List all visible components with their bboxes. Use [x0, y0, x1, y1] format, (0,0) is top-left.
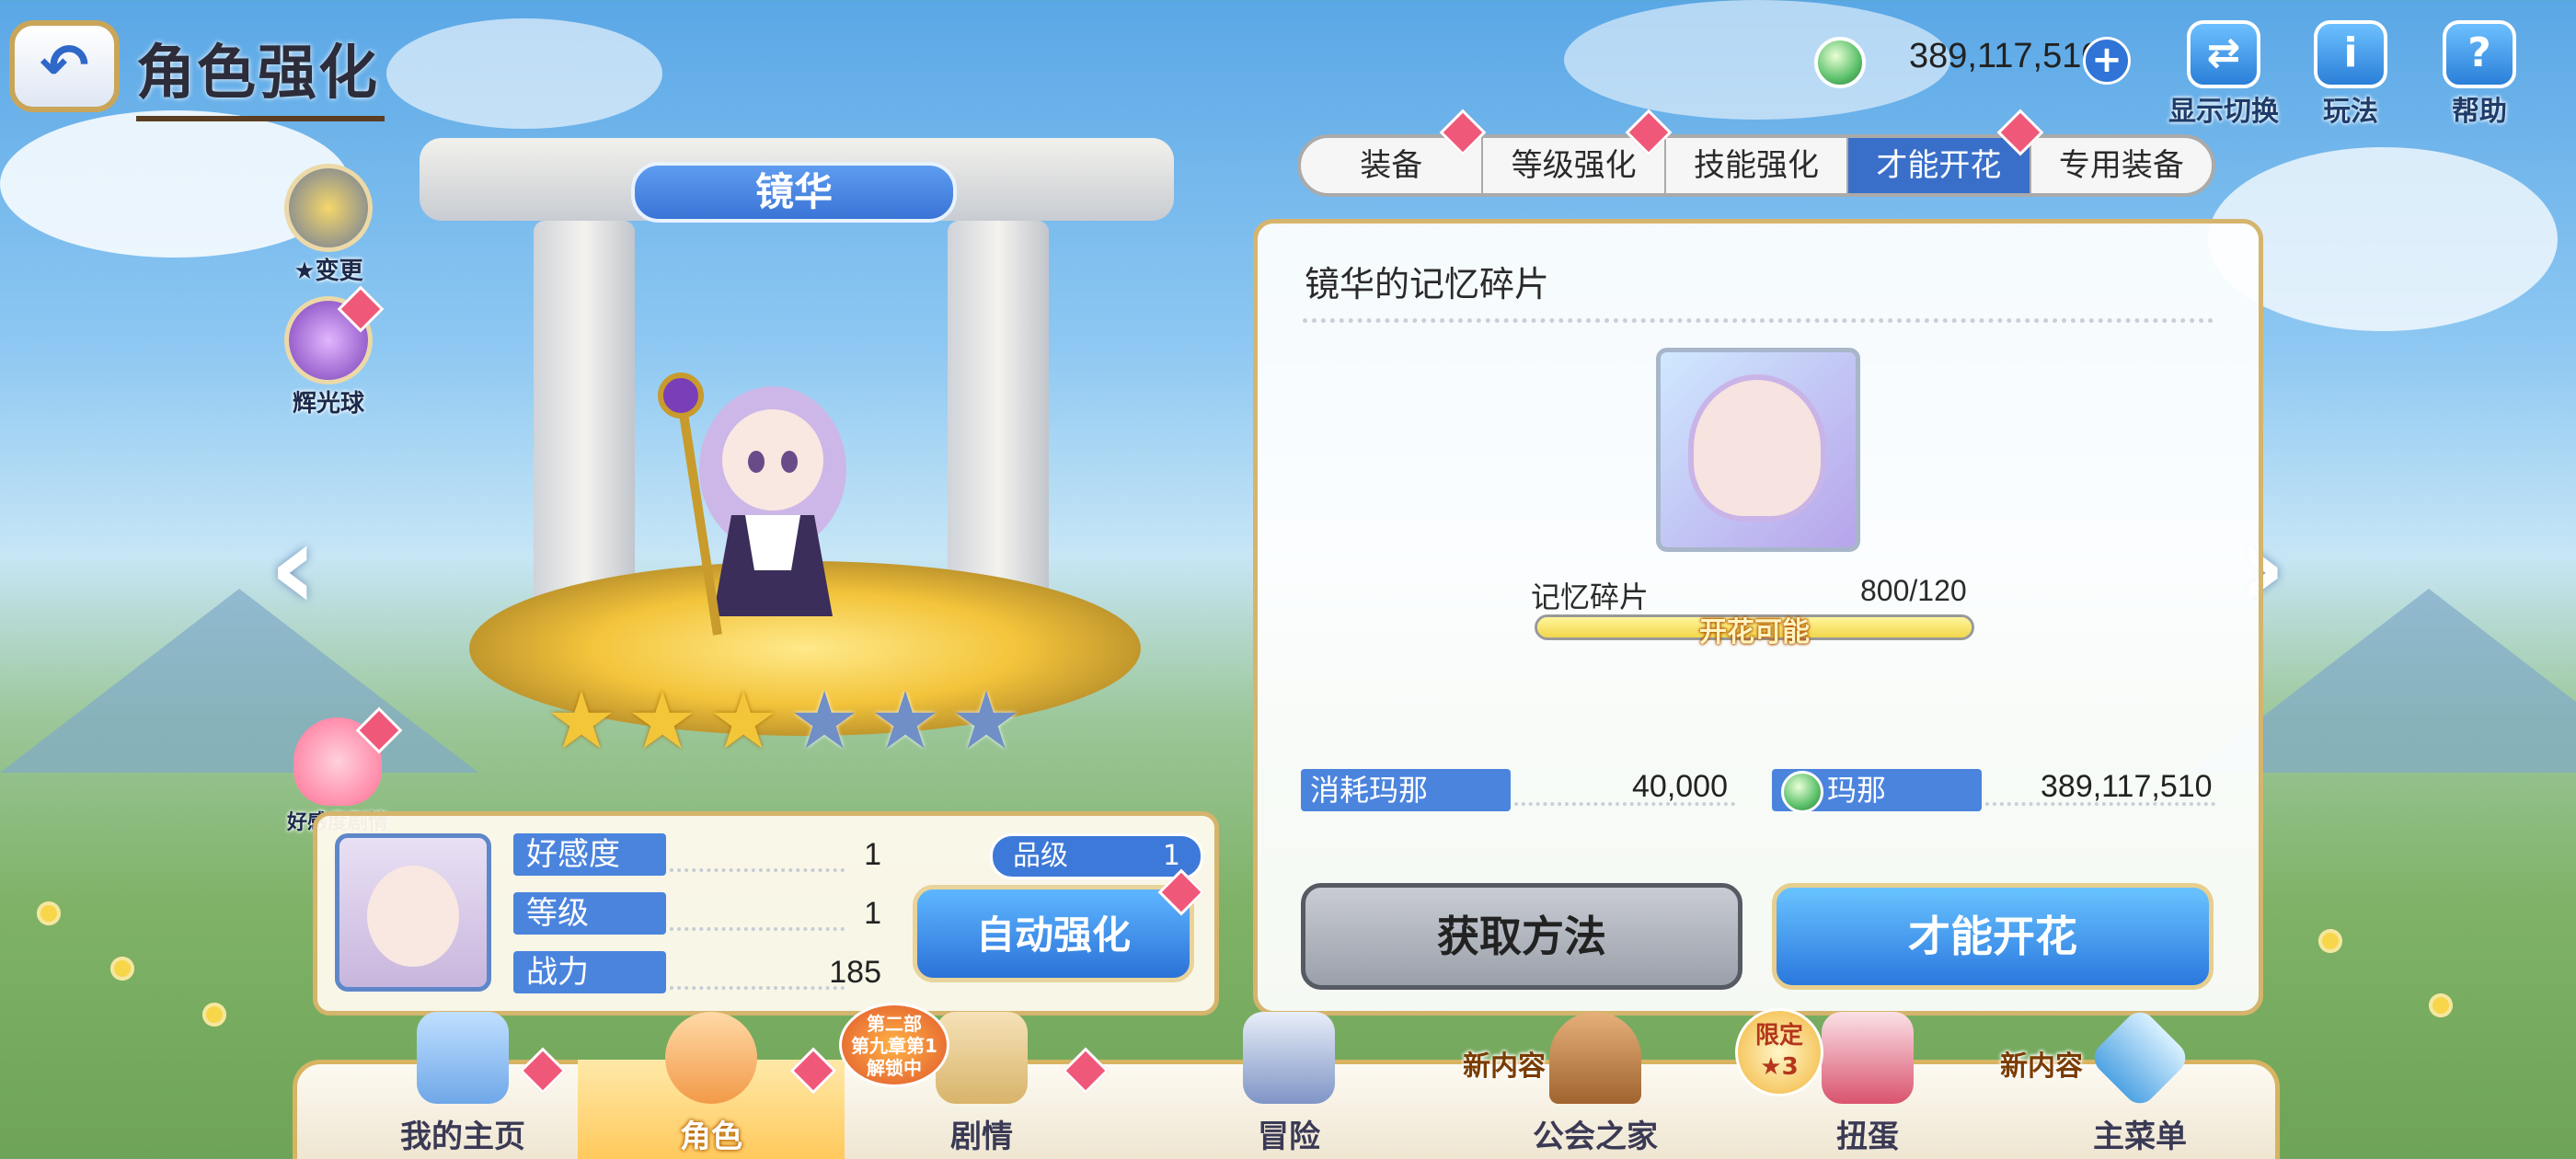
limited-badge-line2: ★3: [1760, 1053, 1799, 1081]
character-portrait[interactable]: [335, 833, 491, 992]
affection-label: 好感度: [513, 833, 666, 876]
cost-label: 消耗玛那: [1301, 769, 1511, 811]
tab-unique-equipment[interactable]: 专用装备: [2031, 138, 2212, 193]
panel-title: 镜华的记忆碎片: [1305, 264, 1550, 304]
display-toggle-label: 显示切换: [2168, 96, 2279, 128]
help-button[interactable]: ? 帮助: [2410, 20, 2548, 129]
star-change-icon: [284, 164, 373, 252]
nav-story-label: 剧情: [950, 1119, 1013, 1155]
affection-value: 1: [864, 837, 881, 872]
mountain: [0, 589, 478, 773]
divider: [1303, 318, 2214, 323]
castle-icon: [417, 1012, 509, 1104]
sword-flag-icon: [1243, 1012, 1335, 1104]
star-change-label: ★变更: [293, 258, 363, 285]
nav-guild-house-label: 公会之家: [1533, 1119, 1658, 1155]
gazebo-pillar: [534, 221, 635, 607]
glow-orb-label: 辉光球: [292, 390, 364, 418]
star-empty-icon: ★: [950, 675, 1022, 767]
nav-character-label: 角色: [680, 1119, 742, 1155]
story-badge-line2: 第九章第1: [851, 1035, 937, 1057]
limited-badge: 限定 ★3: [1735, 1008, 1823, 1096]
character-name: 镜华: [631, 162, 957, 223]
crystal-icon: [2087, 1005, 2192, 1110]
grade-value: 1: [1162, 840, 1180, 872]
enhance-tabs: 装备 等级强化 技能强化 才能开花 专用装备: [1297, 134, 2215, 197]
star-empty-icon: ★: [869, 675, 941, 767]
tab-talent-bloom[interactable]: 才能开花: [1848, 138, 2031, 193]
tab-skill-up[interactable]: 技能强化: [1666, 138, 1849, 193]
flower: [2318, 929, 2342, 953]
nav-gacha-label: 扭蛋: [1836, 1119, 1899, 1155]
back-button[interactable]: ↶: [9, 20, 120, 112]
plus-icon: +: [2091, 39, 2122, 81]
portrait-face: [367, 866, 459, 967]
grade-badge: 品级 1: [990, 833, 1203, 879]
power-label: 战力: [513, 951, 666, 993]
nav-my-home-label: 我的主页: [400, 1119, 525, 1155]
cost-value: 40,000: [1632, 769, 1728, 804]
character-sprite[interactable]: [644, 368, 883, 644]
star-rating: ★ ★ ★ ★ ★ ★: [545, 675, 1023, 767]
guild-new-badge: 新内容: [1463, 1050, 1546, 1083]
gameplay-button[interactable]: i 玩法: [2282, 20, 2420, 129]
mana-value: 389,117,510: [2041, 769, 2213, 804]
menu-new-badge: 新内容: [2000, 1050, 2083, 1083]
display-toggle-icon: ⇄: [2187, 20, 2260, 88]
flower: [110, 957, 134, 981]
nav-main-menu-label: 主菜单: [2093, 1119, 2187, 1155]
fragment-count: 800/120: [1860, 574, 1967, 607]
limited-badge-line1: 限定: [1754, 1022, 1803, 1050]
star-filled-icon: ★: [707, 675, 779, 767]
star-empty-icon: ★: [788, 675, 860, 767]
cloud: [1564, 0, 1950, 120]
level-label: 等级: [513, 892, 666, 935]
grade-label: 品级: [1013, 840, 1068, 872]
prev-character-arrow[interactable]: ‹: [269, 497, 318, 637]
nav-adventure-label: 冒险: [1258, 1119, 1320, 1155]
door-icon: [1549, 1012, 1641, 1104]
star-filled-icon: ★: [627, 675, 698, 767]
info-icon: i: [2314, 20, 2387, 88]
level-value: 1: [864, 896, 881, 931]
character-icon: [665, 1012, 757, 1104]
talent-bloom-button[interactable]: 才能开花: [1772, 883, 2214, 990]
scroll-icon: [936, 1012, 1028, 1104]
help-icon: ?: [2443, 20, 2516, 88]
flower: [37, 901, 61, 925]
add-mana-button[interactable]: +: [2083, 37, 2131, 85]
fragment-portrait: [1688, 374, 1826, 522]
mana-amount: 389,117,510: [1909, 37, 2101, 75]
help-label: 帮助: [2452, 96, 2507, 128]
gacha-machine-icon: [1822, 1012, 1914, 1104]
story-chapter-badge: 第二部 第九章第1 解锁中: [839, 1003, 949, 1087]
flower: [202, 1003, 226, 1027]
star-change-button[interactable]: ★变更: [278, 164, 379, 286]
memory-fragment-icon[interactable]: [1656, 348, 1860, 552]
story-badge-line3: 解锁中: [867, 1057, 922, 1079]
bloom-status: 开花可能: [1699, 616, 1810, 648]
power-value: 185: [829, 955, 881, 990]
display-toggle-button[interactable]: ⇄ 显示切换: [2155, 20, 2293, 129]
nav-adventure[interactable]: 冒险: [1119, 1012, 1459, 1159]
gameplay-label: 玩法: [2323, 96, 2378, 128]
mana-icon: [1814, 37, 1866, 88]
obtain-method-button[interactable]: 获取方法: [1301, 883, 1742, 990]
flower: [2429, 993, 2453, 1017]
power-row: 战力 185: [513, 951, 881, 993]
gazebo-pillar: [948, 221, 1049, 607]
mana-icon: [1781, 771, 1823, 813]
affection-row: 好感度 1: [513, 833, 881, 876]
auto-enhance-button[interactable]: 自动强化: [913, 885, 1194, 982]
story-badge-line1: 第二部: [867, 1013, 922, 1035]
back-arrow-icon: ↶: [40, 32, 89, 100]
star-filled-icon: ★: [546, 675, 617, 767]
page-title: 角色强化: [136, 26, 385, 121]
level-row: 等级 1: [513, 892, 881, 935]
cloud: [386, 18, 662, 129]
